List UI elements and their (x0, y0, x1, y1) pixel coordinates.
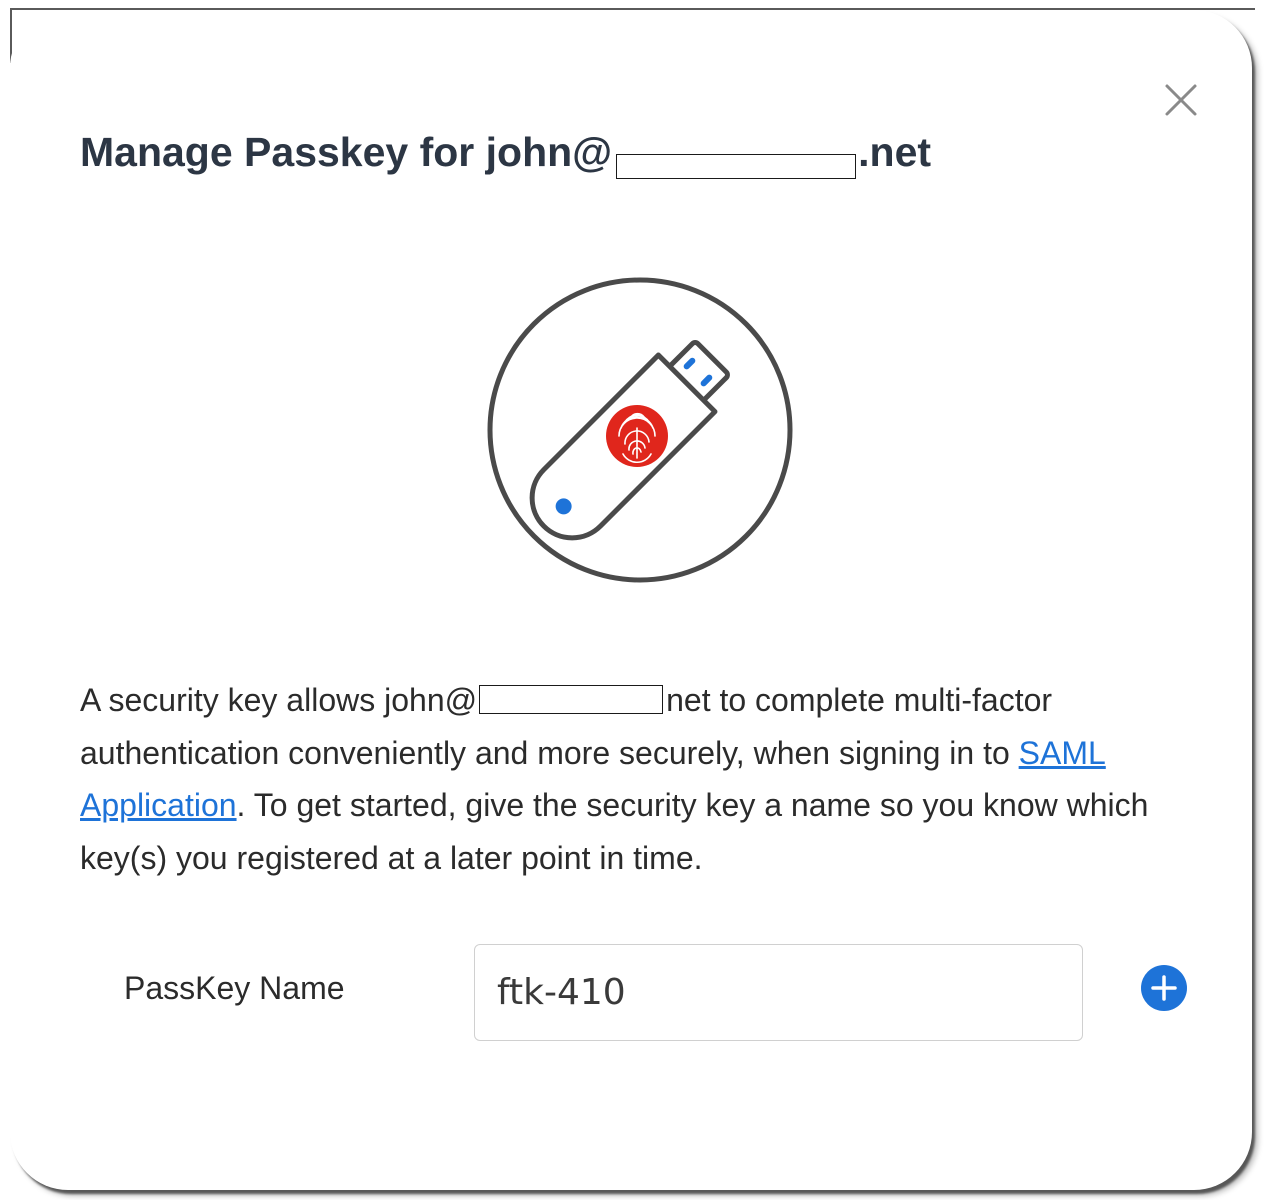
description-text: . To get started, give the security key … (80, 787, 1149, 876)
description-text: A security key allows john@ (80, 682, 478, 718)
redacted-domain (616, 153, 857, 179)
fingerprint-icon (606, 405, 668, 467)
dialog-description: A security key allows john@ net to comple… (80, 674, 1220, 884)
security-key-icon (487, 277, 793, 583)
plus-circle-icon[interactable] (1140, 964, 1188, 1012)
passkey-name-label: PassKey Name (124, 970, 345, 1006)
redacted-domain (479, 685, 664, 715)
passkey-name-input[interactable] (474, 944, 1083, 1041)
title-prefix: Manage Passkey for john@ (80, 129, 613, 175)
close-icon[interactable] (1157, 76, 1205, 124)
manage-passkey-dialog: Manage Passkey for john@ .net A security… (10, 10, 1252, 1190)
title-suffix: .net (858, 129, 932, 175)
dialog-title: Manage Passkey for john@ .net (80, 128, 932, 179)
